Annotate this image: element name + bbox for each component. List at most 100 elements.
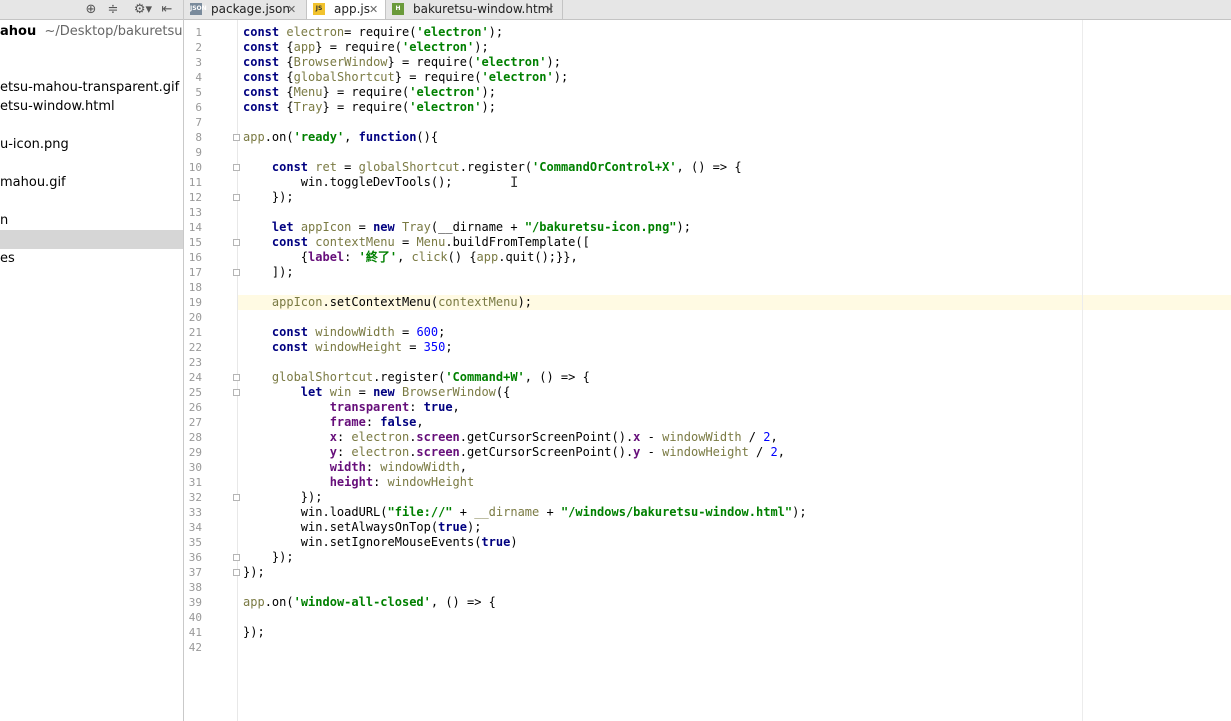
collapse-icon[interactable]: ≑ [106, 1, 120, 18]
html-file-icon: H [392, 3, 404, 15]
code-line: appIcon.setContextMenu(contextMenu); [271, 295, 533, 309]
line-number: 23 [188, 356, 202, 369]
line-number: 10 [188, 161, 202, 174]
close-icon[interactable]: ✕ [369, 0, 378, 19]
tree-item[interactable]: etsu-window.html [0, 97, 183, 116]
close-icon[interactable]: ✕ [545, 0, 554, 19]
line-number: 17 [188, 266, 202, 279]
fold-marker-icon[interactable] [233, 554, 240, 561]
hide-icon[interactable]: ⇤ [160, 1, 174, 18]
fold-marker-icon[interactable] [233, 239, 240, 246]
code-line: win.loadURL("file://" + __dirname + "/wi… [243, 505, 807, 519]
code-editor[interactable]: 1 2 3 4 5 6 7 8 9 10 11 12 13 14 15 16 17 18 19 20 21 22 23 24 2… [184, 20, 1231, 721]
line-number: 34 [188, 521, 202, 534]
line-number: 18 [188, 281, 202, 294]
editor-tab-bar: JSON package.json ✕ JS app.js ✕ H bakure… [184, 0, 1231, 20]
right-margin-guide [1082, 20, 1083, 721]
code-line: y: electron.screen.getCursorScreenPoint(… [329, 445, 785, 459]
project-root-name: ahou [0, 24, 37, 39]
close-icon[interactable]: ✕ [287, 0, 296, 19]
text-cursor-icon: I [510, 175, 519, 191]
line-number: 24 [188, 371, 202, 384]
line-number: 6 [195, 101, 202, 114]
tab-label: bakuretsu-window.html [413, 2, 553, 16]
tree-item-selected[interactable] [0, 230, 183, 249]
code-line: const electron= require('electron'); [243, 25, 504, 39]
fold-marker-icon[interactable] [233, 269, 240, 276]
fold-marker-icon[interactable] [233, 569, 240, 576]
code-line: let win = new BrowserWindow({ [300, 385, 511, 399]
code-line: const windowHeight = 350; [271, 340, 453, 354]
tree-item[interactable]: mahou.gif [0, 173, 183, 192]
fold-marker-icon[interactable] [233, 494, 240, 501]
code-line: const contextMenu = Menu.buildFromTempla… [271, 235, 590, 249]
line-number: 21 [188, 326, 202, 339]
tab-app-js[interactable]: JS app.js ✕ [307, 0, 386, 19]
line-number: 38 [188, 581, 202, 594]
code-line: frame: false, [329, 415, 424, 429]
code-line: const {globalShortcut} = require('electr… [243, 70, 569, 84]
tab-label: package.json [211, 2, 291, 16]
target-icon[interactable]: ⊕ [84, 1, 98, 18]
line-number: 19 [188, 296, 202, 309]
line-number: 3 [195, 56, 202, 69]
code-line: }); [243, 565, 265, 579]
code-line: const windowWidth = 600; [271, 325, 446, 339]
fold-marker-icon[interactable] [233, 389, 240, 396]
line-number: 42 [188, 641, 202, 654]
line-number: 11 [188, 176, 202, 189]
line-number: 9 [195, 146, 202, 159]
fold-marker-icon[interactable] [233, 164, 240, 171]
line-number: 20 [188, 311, 202, 324]
project-root[interactable]: ahou ~/Desktop/bakuretsu-m [0, 22, 183, 41]
line-number: 32 [188, 491, 202, 504]
code-line: const ret = globalShortcut.register('Com… [271, 160, 742, 174]
line-number: 7 [195, 116, 202, 129]
tree-item[interactable]: u-icon.png [0, 135, 183, 154]
line-number: 28 [188, 431, 202, 444]
code-line: }); [243, 490, 323, 504]
tab-package-json[interactable]: JSON package.json ✕ [184, 0, 307, 19]
gear-icon[interactable]: ⚙▾ [133, 1, 153, 18]
code-line: const {Menu} = require('electron'); [243, 85, 496, 99]
code-line: win.setIgnoreMouseEvents(true) [243, 535, 518, 549]
line-number: 30 [188, 461, 202, 474]
fold-marker-icon[interactable] [233, 194, 240, 201]
line-number: 1 [195, 26, 202, 39]
code-line: const {BrowserWindow} = require('electro… [243, 55, 561, 69]
tree-item[interactable]: etsu-mahou-transparent.gif [0, 78, 183, 97]
code-line: let appIcon = new Tray(__dirname + "/bak… [271, 220, 691, 234]
line-number: 22 [188, 341, 202, 354]
line-number: 29 [188, 446, 202, 459]
js-file-icon: JS [313, 3, 325, 15]
code-line: win.toggleDevTools(); [243, 175, 453, 189]
code-line: }); [243, 550, 294, 564]
line-number: 26 [188, 401, 202, 414]
line-number: 27 [188, 416, 202, 429]
code-line: ]); [243, 265, 294, 279]
line-number: 2 [195, 41, 202, 54]
json-file-icon: JSON [190, 3, 207, 15]
line-number: 12 [188, 191, 202, 204]
line-number: 16 [188, 251, 202, 264]
line-number: 41 [188, 626, 202, 639]
fold-marker-icon[interactable] [233, 134, 240, 141]
code-line: width: windowWidth, [329, 460, 467, 474]
code-line: app.on('window-all-closed', () => { [243, 595, 496, 609]
line-number: 15 [188, 236, 202, 249]
code-line: win.setAlwaysOnTop(true); [243, 520, 482, 534]
code-line: globalShortcut.register('Command+W', () … [271, 370, 590, 384]
line-number: 8 [195, 131, 202, 144]
line-number: 4 [195, 71, 202, 84]
line-number: 35 [188, 536, 202, 549]
line-number: 40 [188, 611, 202, 624]
code-line: height: windowHeight [329, 475, 475, 489]
tab-bakuretsu-window-html[interactable]: H bakuretsu-window.html ✕ [386, 0, 563, 19]
fold-marker-icon[interactable] [233, 374, 240, 381]
tree-item[interactable]: n [0, 211, 183, 230]
line-number: 39 [188, 596, 202, 609]
line-number: 36 [188, 551, 202, 564]
line-number: 13 [188, 206, 202, 219]
code-line: x: electron.screen.getCursorScreenPoint(… [329, 430, 778, 444]
tree-item[interactable]: es [0, 249, 183, 268]
